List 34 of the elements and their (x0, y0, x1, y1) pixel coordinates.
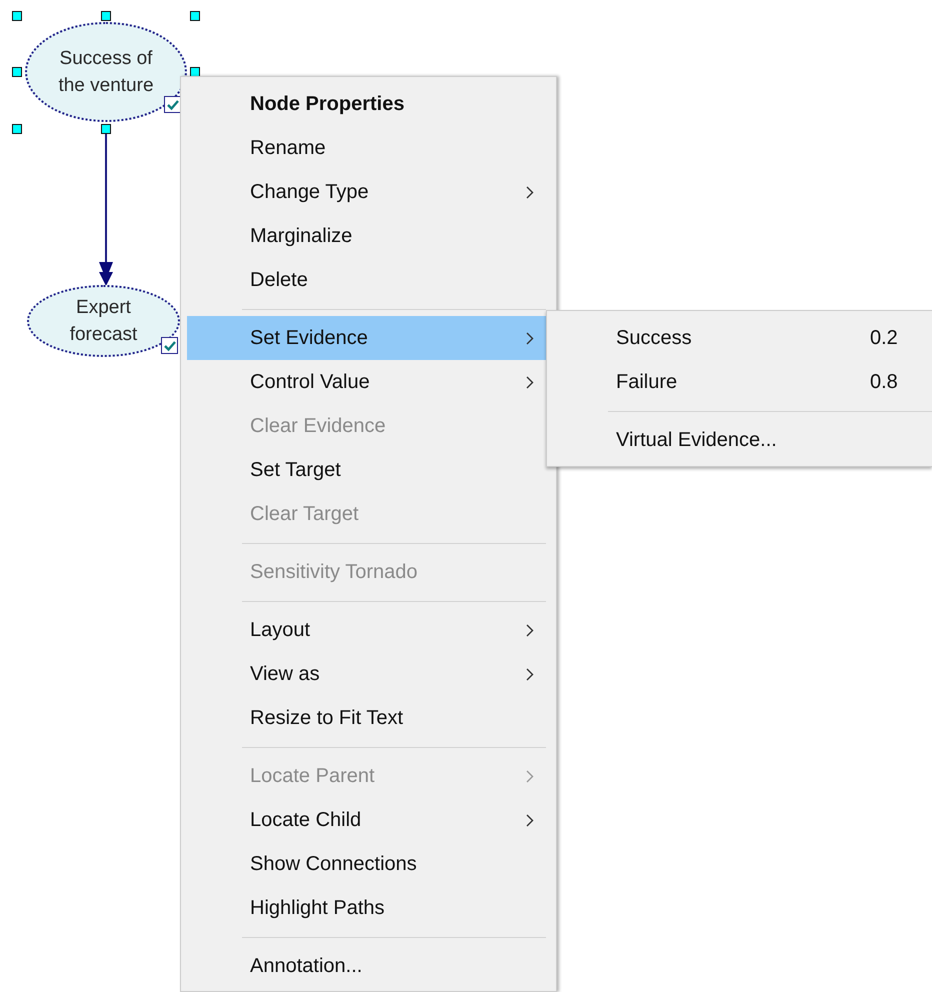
menu-item[interactable]: Node Properties (187, 82, 546, 126)
menu-item[interactable]: View as (187, 652, 546, 696)
probability-value: 0.8 (870, 370, 898, 394)
probability-value: 0.2 (870, 326, 898, 350)
chevron-icon (526, 332, 534, 345)
menu-item[interactable]: Rename (187, 126, 546, 170)
checkbox-icon[interactable] (161, 337, 178, 354)
menu-item[interactable]: Resize to Fit Text (187, 696, 546, 740)
menu-item[interactable]: Layout (187, 608, 546, 652)
node-ellipse[interactable]: Expert forecast (27, 285, 180, 357)
menu-item[interactable]: Marginalize (187, 214, 546, 258)
menu-item[interactable]: Success 0.2 (547, 316, 932, 360)
menu-item[interactable]: Control Value (187, 360, 546, 404)
chevron-icon (526, 376, 534, 389)
menu-item[interactable]: Change Type (187, 170, 546, 214)
chevron-icon (526, 814, 534, 827)
chevron-icon (526, 186, 534, 199)
menu-item[interactable]: Set Target (187, 448, 546, 492)
node-label: Success of the venture (57, 47, 155, 98)
menu-item[interactable]: Annotation... (187, 944, 546, 988)
menu-item[interactable]: Delete (187, 258, 546, 302)
menu-item[interactable]: Highlight Paths (187, 886, 546, 930)
node-label: Expert forecast (68, 296, 138, 347)
menu-item[interactable]: Failure 0.8 (547, 360, 932, 404)
node-ellipse[interactable]: Success of the venture (25, 22, 187, 122)
chevron-icon (526, 624, 534, 637)
checkbox-icon[interactable] (164, 96, 181, 113)
selection-handles[interactable] (12, 11, 200, 134)
menu-item[interactable]: Set Evidence (187, 316, 546, 360)
menu-item[interactable]: Show Connections (187, 842, 546, 886)
menu-item[interactable]: Virtual Evidence... (547, 418, 932, 462)
chevron-icon (526, 668, 534, 681)
menu-item[interactable]: Locate Child (187, 798, 546, 842)
chevron-icon (526, 770, 534, 783)
